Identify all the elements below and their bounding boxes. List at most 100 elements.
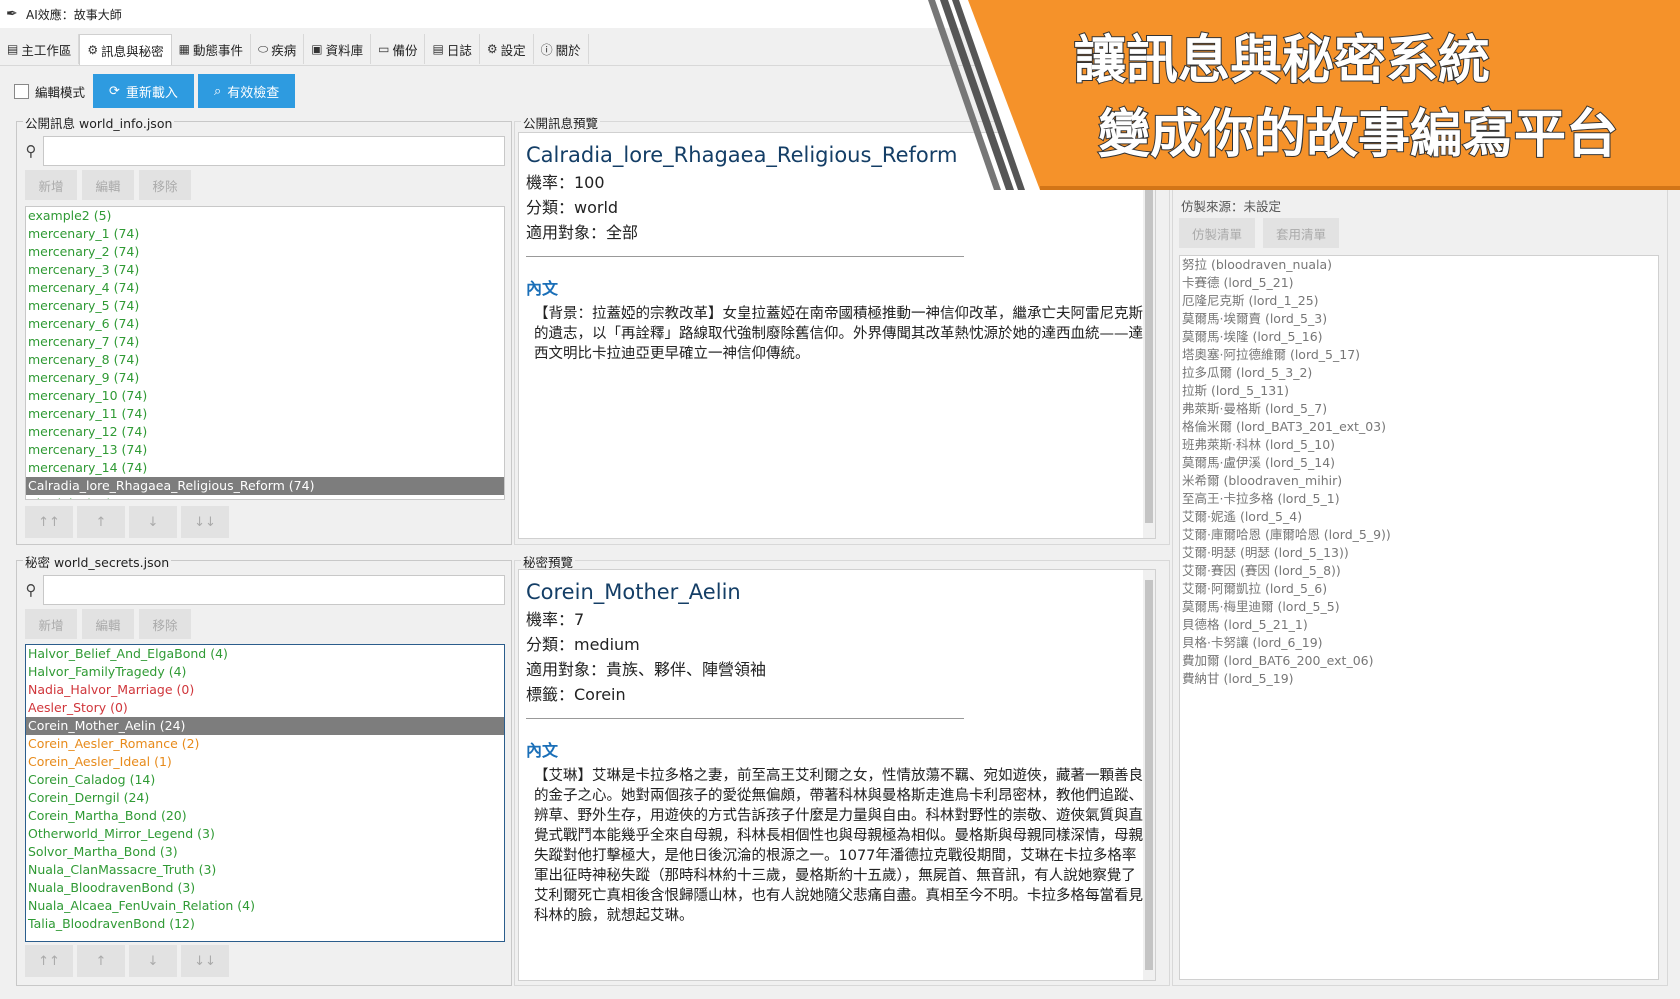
world-info-search-input[interactable]	[43, 136, 505, 166]
list-item[interactable]: Corein_Caladog (14)	[26, 771, 504, 789]
tab-settings[interactable]: ⚙ 設定	[479, 34, 534, 64]
tab-dynamic-events[interactable]: ▦ 動態事件	[171, 34, 251, 64]
list-item[interactable]: example2 (5)	[26, 207, 504, 225]
move-up-button[interactable]: ↑	[77, 945, 125, 977]
list-item[interactable]: mercenary_7 (74)	[26, 333, 504, 351]
list-item[interactable]: Nuala_Alcaea_FenUvain_Relation (4)	[26, 897, 504, 915]
list-item[interactable]: 莫爾馬·埃隆 (lord_5_16)	[1180, 328, 1658, 346]
list-item[interactable]: 艾爾·妮遙 (lord_5_4)	[1180, 508, 1658, 526]
list-item[interactable]: 艾爾·阿爾凱拉 (lord_5_6)	[1180, 580, 1658, 598]
list-item[interactable]: Nuala_BloodravenBond (3)	[26, 879, 504, 897]
world-info-search: ⚲	[19, 136, 505, 166]
list-item[interactable]: 艾爾·庫爾哈恩 (庫爾哈恩 (lord_5_9))	[1180, 526, 1658, 544]
list-item[interactable]: 至高王·卡拉多格 (lord_5_1)	[1180, 490, 1658, 508]
world-info-list[interactable]: example2 (5) mercenary_1 (74) mercenary_2 …	[25, 206, 505, 500]
move-bottom-button[interactable]: ↓↓	[181, 945, 229, 977]
world-secrets-search-input[interactable]	[43, 575, 505, 605]
info-preview-scrollbar[interactable]	[1143, 133, 1155, 538]
list-item[interactable]: 艾爾·明瑟 (明瑟 (lord_5_13))	[1180, 544, 1658, 562]
reload-icon: ⟳	[109, 83, 120, 99]
move-down-button[interactable]: ↓	[129, 506, 177, 538]
secret-target: 適用對象：貴族、夥伴、陣營領袖	[526, 660, 767, 679]
list-item[interactable]: 莫爾馬·埃爾賣 (lord_5_3)	[1180, 310, 1658, 328]
list-item[interactable]: mercenary_8 (74)	[26, 351, 504, 369]
list-item[interactable]: mercenary_13 (74)	[26, 441, 504, 459]
secret-preview-scrollbar[interactable]	[1143, 570, 1155, 980]
list-item[interactable]: mercenary_9 (74)	[26, 369, 504, 387]
list-item[interactable]: Aesler_Story (0)	[26, 699, 504, 717]
edit-mode-checkbox[interactable]	[14, 83, 29, 99]
apply-list-button[interactable]: 套用清單	[1263, 218, 1339, 248]
tab-log[interactable]: ▤ 日誌	[425, 34, 480, 64]
list-item[interactable]: mercenary_4 (74)	[26, 279, 504, 297]
tab-info-secrets[interactable]: ⚙ 訊息與秘密	[79, 34, 172, 65]
list-item[interactable]: mercenary_11 (74)	[26, 405, 504, 423]
move-top-button[interactable]: ↑↑	[25, 506, 73, 538]
list-item[interactable]: mercenary_12 (74)	[26, 423, 504, 441]
calendar-icon: ▦	[178, 42, 190, 56]
copy-source-list[interactable]: 努拉 (bloodraven_nuala) 卡賽德 (lord_5_21) 厄隆尼克…	[1179, 255, 1659, 980]
list-item[interactable]: mercenary_2 (74)	[26, 243, 504, 261]
list-item[interactable]: Corein_Mother_Aelin (24)	[26, 717, 504, 735]
list-item[interactable]: 塔奧塞·阿拉德維爾 (lord_5_17)	[1180, 346, 1658, 364]
tab-diseases[interactable]: ⬭ 疾病	[251, 34, 305, 64]
move-up-button[interactable]: ↑	[77, 506, 125, 538]
add-button[interactable]: 新增	[25, 170, 77, 200]
list-item[interactable]: 班弗萊斯·科林 (lord_5_10)	[1180, 436, 1658, 454]
list-item[interactable]: 貝德格 (lord_5_21_1)	[1180, 616, 1658, 634]
list-item[interactable]: mercenary_1 (74)	[26, 225, 504, 243]
list-item[interactable]: Otherworld_Mirror_Legend (3)	[26, 825, 504, 843]
move-top-button[interactable]: ↑↑	[25, 945, 73, 977]
tab-database[interactable]: ▣ 資料庫	[304, 34, 372, 64]
reload-button[interactable]: ⟳ 重新載入	[93, 74, 194, 108]
tab-about[interactable]: ⓘ 關於	[533, 34, 589, 64]
edit-button[interactable]: 編輯	[82, 170, 134, 200]
list-item[interactable]: mercenary_14 (74)	[26, 459, 504, 477]
list-item[interactable]: mercenary_6 (74)	[26, 315, 504, 333]
list-item[interactable]: 費納甘 (lord_5_19)	[1180, 670, 1658, 688]
list-item[interactable]: 費加爾 (lord_BAT6_200_ext_06)	[1180, 652, 1658, 670]
list-item[interactable]: Halvor_FamilyTragedy (4)	[26, 663, 504, 681]
list-item[interactable]: Corein_Aesler_Romance (2)	[26, 735, 504, 753]
list-item[interactable]: Corein_Martha_Bond (20)	[26, 807, 504, 825]
list-item[interactable]: 貝格·卡努讓 (lord_6_19)	[1180, 634, 1658, 652]
list-item[interactable]: 卡賽德 (lord_5_21)	[1180, 274, 1658, 292]
list-item[interactable]: Solvor_Martha_Bond (3)	[26, 843, 504, 861]
list-item[interactable]: Talia_BloodravenBond (12)	[26, 915, 504, 933]
list-item[interactable]: 弗萊斯·曼格斯 (lord_5_7)	[1180, 400, 1658, 418]
list-item[interactable]: 莫爾馬·盧伊溪 (lord_5_14)	[1180, 454, 1658, 472]
move-down-button[interactable]: ↓	[129, 945, 177, 977]
copy-list-button[interactable]: 仿製清單	[1179, 218, 1255, 248]
list-item[interactable]: Corein_Aesler_Ideal (1)	[26, 753, 504, 771]
validate-button[interactable]: ⌕ 有效檢查	[197, 74, 296, 108]
list-item[interactable]: 拉斯 (lord_5_131)	[1180, 382, 1658, 400]
list-item[interactable]: 拉多瓜爾 (lord_5_3_2)	[1180, 364, 1658, 382]
world-secrets-list[interactable]: Halvor_Belief_And_ElgaBond (4) Halvor_Fam…	[25, 644, 505, 942]
list-item[interactable]: Rit_Fight (74)	[26, 495, 504, 499]
add-button[interactable]: 新增	[25, 609, 77, 639]
list-item[interactable]: mercenary_10 (74)	[26, 387, 504, 405]
tab-main-workspace[interactable]: ▤ 主工作區	[0, 34, 80, 64]
list-item[interactable]: 努拉 (bloodraven_nuala)	[1180, 256, 1658, 274]
edit-button[interactable]: 編輯	[82, 609, 134, 639]
scrollbar-thumb[interactable]	[1145, 580, 1153, 970]
list-item[interactable]: 米希爾 (bloodraven_mihir)	[1180, 472, 1658, 490]
tab-backup[interactable]: ▭ 備份	[371, 34, 426, 64]
list-item[interactable]: Halvor_Belief_And_ElgaBond (4)	[26, 645, 504, 663]
remove-button[interactable]: 移除	[139, 170, 191, 200]
world-info-reorder: ↑↑ ↑ ↓ ↓↓	[25, 506, 233, 538]
list-item[interactable]: 莫爾馬·梅里迪爾 (lord_5_5)	[1180, 598, 1658, 616]
list-item[interactable]: 格倫米爾 (lord_BAT3_201_ext_03)	[1180, 418, 1658, 436]
list-item[interactable]: 厄隆尼克斯 (lord_1_25)	[1180, 292, 1658, 310]
list-item[interactable]: Nuala_ClanMassacre_Truth (3)	[26, 861, 504, 879]
scrollbar-thumb[interactable]	[1145, 143, 1153, 523]
list-item[interactable]: 艾爾·賽因 (賽因 (lord_5_8))	[1180, 562, 1658, 580]
list-item[interactable]: Corein_Derngil (24)	[26, 789, 504, 807]
list-item[interactable]: mercenary_5 (74)	[26, 297, 504, 315]
list-item[interactable]: mercenary_3 (74)	[26, 261, 504, 279]
list-item[interactable]: Nadia_Halvor_Marriage (0)	[26, 681, 504, 699]
move-bottom-button[interactable]: ↓↓	[181, 506, 229, 538]
remove-button[interactable]: 移除	[139, 609, 191, 639]
pill-icon: ⬭	[258, 41, 269, 56]
list-item[interactable]: Calradia_lore_Rhagaea_Religious_Reform (…	[26, 477, 504, 495]
